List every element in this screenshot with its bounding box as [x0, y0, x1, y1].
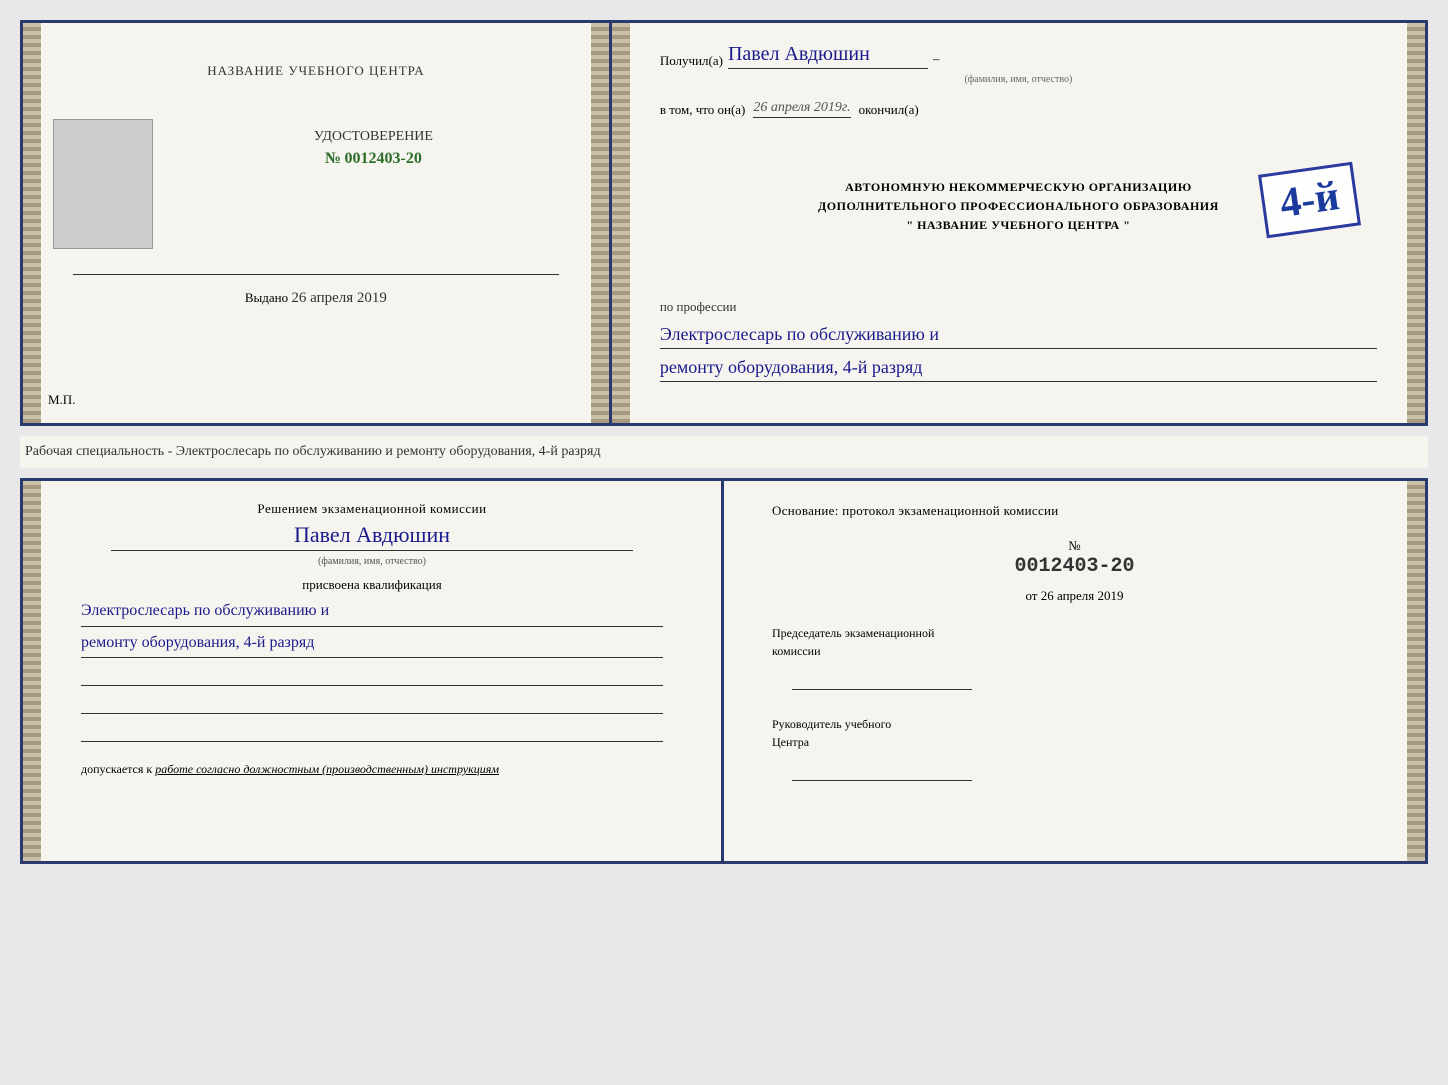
bottom-right: Основание: протокол экзаменационной коми…	[724, 481, 1425, 861]
cert-info-block: УДОСТОВЕРЕНИЕ № 0012403-20	[168, 109, 579, 168]
chairman-block: Председатель экзаменационной комиссии	[772, 624, 1377, 690]
profession-section: по профессии Электрослесарь по обслужива…	[660, 298, 1377, 382]
top-booklet-left: НАЗВАНИЕ УЧЕБНОГО ЦЕНТРА УДОСТОВЕРЕНИЕ №…	[23, 23, 612, 423]
head-title: Руководитель учебного Центра	[772, 715, 1377, 751]
bottom-right-left-strip	[23, 481, 41, 861]
stamp-box: 4-й	[1258, 162, 1361, 239]
bottom-right-inner: Основание: протокол экзаменационной коми…	[772, 501, 1377, 781]
left-spine-strip	[23, 23, 41, 423]
dopusk-text: допускается к работе согласно должностны…	[71, 762, 673, 777]
bottom-person-name: Павел Авдюшин	[111, 522, 633, 551]
osnov-title: Основание: протокол экзаменационной коми…	[772, 501, 1377, 522]
issued-line: Выдано 26 апреля 2019	[53, 290, 579, 307]
stamp-grade: 4-й	[1277, 175, 1341, 225]
top-booklet: НАЗВАНИЕ УЧЕБНОГО ЦЕНТРА УДОСТОВЕРЕНИЕ №…	[20, 20, 1428, 426]
right-spine-strip-left	[591, 23, 609, 423]
sig-line-1	[81, 666, 663, 686]
bottom-left: Решением экзаменационной комиссии Павел …	[23, 481, 724, 861]
cert-number-value: 0012403-20	[345, 150, 422, 167]
left-content-row: УДОСТОВЕРЕНИЕ № 0012403-20	[53, 109, 579, 259]
head-block: Руководитель учебного Центра	[772, 715, 1377, 781]
top-left-inner: НАЗВАНИЕ УЧЕБНОГО ЦЕНТРА УДОСТОВЕРЕНИЕ №…	[53, 43, 579, 307]
top-booklet-right: Получил(а) Павел Авдюшин – (фамилия, имя…	[612, 23, 1425, 423]
recipient-line: Получил(а) Павел Авдюшин –	[660, 43, 1377, 69]
qualification-line1: Электрослесарь по обслуживанию и	[81, 598, 663, 627]
stamp-container: АВТОНОМНУЮ НЕКОММЕРЧЕСКУЮ ОРГАНИЗАЦИЮ ДО…	[660, 178, 1377, 278]
cert-label: УДОСТОВЕРЕНИЕ № 0012403-20	[168, 129, 579, 168]
sig-line-3	[81, 722, 663, 742]
top-right-strip	[1407, 23, 1425, 423]
protocol-block: № 0012403-20	[772, 537, 1377, 578]
sig-line-2	[81, 694, 663, 714]
vtom-line: в том, что он(а) 26 апреля 2019г. окончи…	[660, 100, 1377, 118]
separator-line-1	[73, 274, 559, 275]
qualification-label: присвоена квалификация	[71, 577, 673, 593]
commission-title: Решением экзаменационной комиссии	[71, 501, 673, 517]
chairman-sig-line	[792, 665, 972, 690]
chairman-title: Председатель экзаменационной комиссии	[772, 624, 1377, 660]
right-panel-left-strip	[612, 23, 630, 423]
page-wrapper: НАЗВАНИЕ УЧЕБНОГО ЦЕНТРА УДОСТОВЕРЕНИЕ №…	[20, 20, 1428, 864]
photo-placeholder	[53, 119, 153, 249]
bottom-left-inner: Решением экзаменационной комиссии Павел …	[71, 501, 673, 777]
divider-text: Рабочая специальность - Электрослесарь п…	[20, 436, 1428, 468]
training-center-title: НАЗВАНИЕ УЧЕБНОГО ЦЕНТРА	[53, 63, 579, 79]
head-sig-line	[792, 756, 972, 781]
bottom-booklet: Решением экзаменационной комиссии Павел …	[20, 478, 1428, 864]
protocol-number: 0012403-20	[772, 555, 1377, 578]
mp-label: М.П.	[48, 392, 75, 408]
from-date-line: от 26 апреля 2019	[772, 588, 1377, 604]
top-right-inner: Получил(а) Павел Авдюшин – (фамилия, имя…	[660, 43, 1377, 382]
qualification-line2: ремонту оборудования, 4-й разряд	[81, 630, 663, 659]
bottom-right-right-strip	[1407, 481, 1425, 861]
